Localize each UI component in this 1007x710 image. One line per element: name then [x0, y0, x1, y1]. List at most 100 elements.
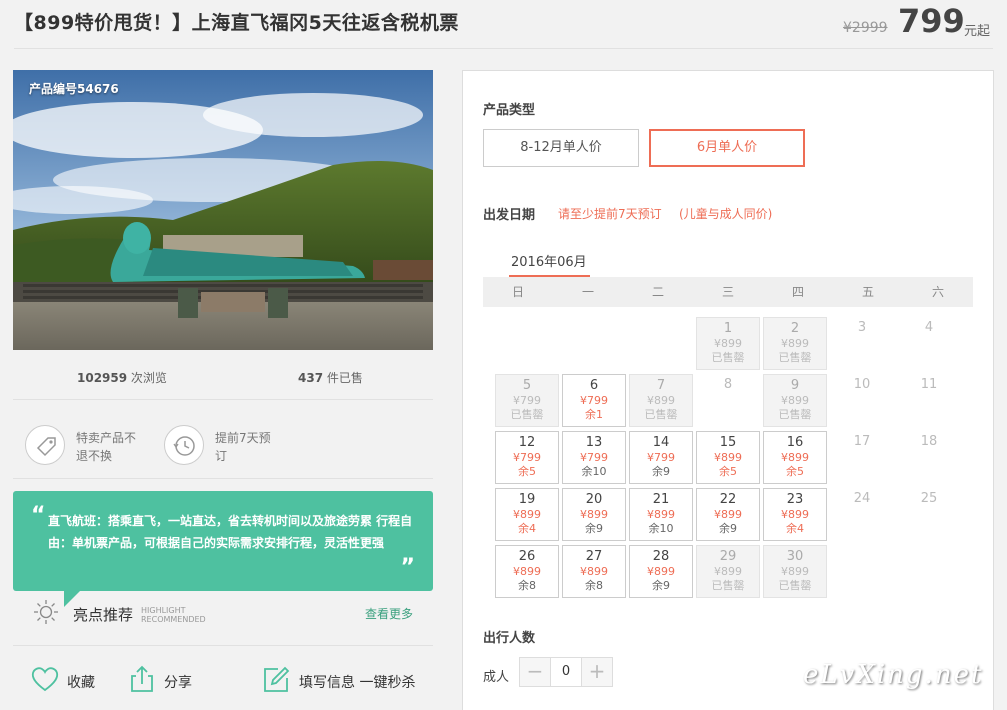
- heart-icon: [31, 667, 59, 692]
- day-remaining: 已售罄: [711, 351, 745, 364]
- day-remaining: 余5: [719, 465, 737, 478]
- favorite-label: 收藏: [67, 675, 95, 691]
- calendar-day[interactable]: 19 ¥899 余4: [495, 488, 559, 541]
- share-label: 分享: [164, 675, 192, 691]
- day-remaining: 余10: [581, 465, 607, 478]
- product-stats: 102959 次浏览 437 件已售: [13, 360, 433, 400]
- day-remaining: 已售罄: [778, 351, 812, 364]
- calendar-day[interactable]: 23 ¥899 余4: [763, 488, 827, 541]
- day-number: 25: [920, 491, 938, 506]
- day-remaining: 余9: [652, 465, 670, 478]
- share-icon: [131, 665, 153, 692]
- day-remaining: 余5: [786, 465, 804, 478]
- calendar-day[interactable]: 13 ¥799 余10: [562, 431, 626, 484]
- calendar-day[interactable]: 22 ¥899 余9: [696, 488, 760, 541]
- sold-count: 437 件已售: [298, 371, 363, 385]
- calendar-day: 24: [830, 488, 894, 541]
- calendar-day[interactable]: 14 ¥799 余9: [629, 431, 693, 484]
- booking-panel: 产品类型 8-12月单人价 6月单人价 出发日期 请至少提前7天预订 (儿童与成…: [462, 70, 994, 710]
- calendar: 日 一 二 三 四 五 六 1 ¥899 已售罄 2 ¥899 已售罄 3 4 5 ¥799 已售罄…: [483, 277, 973, 607]
- day-number: 6: [589, 378, 599, 393]
- current-price: 799: [898, 2, 965, 40]
- feature-label: 提前7天预订: [215, 431, 271, 463]
- day-number: 7: [656, 378, 666, 393]
- calendar-day: 8: [696, 374, 760, 427]
- calendar-day: 2 ¥899 已售罄: [763, 317, 827, 370]
- day-number: 20: [585, 492, 603, 507]
- day-number: 22: [719, 492, 737, 507]
- plus-button[interactable]: +: [582, 658, 612, 686]
- product-photo: 产品编号54676: [13, 70, 433, 350]
- calendar-day[interactable]: 27 ¥899 余8: [562, 545, 626, 598]
- calendar-day[interactable]: 15 ¥899 余5: [696, 431, 760, 484]
- header-divider: [14, 48, 993, 49]
- calendar-days: 1 ¥899 已售罄 2 ¥899 已售罄 3 4 5 ¥799 已售罄 6 ¥799 余1 7 ¥899 已售…: [483, 307, 973, 607]
- day-remaining: 余8: [585, 579, 603, 592]
- day-number: 29: [719, 549, 737, 564]
- adult-stepper[interactable]: − 0 +: [519, 657, 613, 687]
- option-june[interactable]: 6月单人价: [649, 129, 805, 167]
- price-unit: 元起: [964, 24, 991, 39]
- day-remaining: 余9: [719, 522, 737, 535]
- calendar-day: 30 ¥899 已售罄: [763, 545, 827, 598]
- highlight-title: 亮点推荐: [73, 606, 134, 624]
- child-price-note: (儿童与成人同价): [679, 207, 773, 221]
- sun-icon: [33, 599, 59, 629]
- calendar-day[interactable]: 26 ¥899 余8: [495, 545, 559, 598]
- day-price: ¥899: [647, 508, 675, 521]
- original-price: ¥2999: [843, 20, 888, 36]
- day-number: 9: [790, 378, 800, 393]
- date-label: 出发日期: [483, 208, 536, 223]
- day-price: ¥799: [647, 451, 675, 464]
- day-price: ¥899: [714, 508, 742, 521]
- calendar-day: 3: [830, 317, 894, 370]
- day-number: 21: [652, 492, 670, 507]
- calendar-day[interactable]: 21 ¥899 余10: [629, 488, 693, 541]
- day-remaining: 余9: [585, 522, 603, 535]
- advance-note: 请至少提前7天预订: [558, 207, 662, 221]
- day-number: 4: [924, 320, 934, 335]
- day-number: 8: [723, 377, 733, 392]
- day-remaining: 已售罄: [510, 408, 544, 421]
- calendar-day[interactable]: 28 ¥899 余9: [629, 545, 693, 598]
- day-price: ¥899: [781, 451, 809, 464]
- divider: [13, 645, 433, 646]
- day-remaining: 余9: [652, 579, 670, 592]
- calendar-day[interactable]: 20 ¥899 余9: [562, 488, 626, 541]
- calendar-day: 17: [830, 431, 894, 484]
- calendar-day[interactable]: 16 ¥899 余5: [763, 431, 827, 484]
- day-number: 30: [786, 549, 804, 564]
- day-remaining: 余10: [648, 522, 674, 535]
- day-number: 11: [920, 377, 938, 392]
- calendar-day[interactable]: 12 ¥799 余5: [495, 431, 559, 484]
- weekday: 日: [511, 285, 524, 299]
- watermark-logo: eLvXing.net: [803, 660, 984, 690]
- minus-button[interactable]: −: [520, 658, 550, 686]
- day-price: ¥899: [781, 508, 809, 521]
- calendar-day: 11: [897, 374, 961, 427]
- reclining-buddha-image: [13, 70, 433, 350]
- day-number: 17: [853, 434, 871, 449]
- adult-count[interactable]: 0: [550, 658, 582, 686]
- fill-info-label: 填写信息 一键秒杀: [299, 675, 416, 691]
- product-code: 产品编号54676: [29, 82, 119, 96]
- calendar-day[interactable]: 6 ¥799 余1: [562, 374, 626, 427]
- day-number: 27: [585, 549, 603, 564]
- highlight-text: 直飞航班：搭乘直飞，一站直达，省去转机时间以及旅途劳累 行程自由：单机票产品，可…: [48, 514, 413, 550]
- day-price: ¥899: [513, 508, 541, 521]
- tag-icon: [25, 425, 65, 465]
- page-title: 【899特价甩货！】上海直飞福冈5天往返含税机票: [14, 12, 459, 34]
- weekday: 六: [931, 285, 944, 299]
- day-number: 2: [790, 321, 800, 336]
- day-number: 24: [853, 491, 871, 506]
- day-number: 5: [522, 378, 532, 393]
- day-number: 16: [786, 435, 804, 450]
- view-count: 102959 次浏览: [77, 371, 167, 385]
- weekday: 二: [651, 285, 664, 299]
- day-price: ¥799: [513, 394, 541, 407]
- month-tab[interactable]: 2016年06月: [511, 251, 587, 270]
- option-aug-dec[interactable]: 8-12月单人价: [483, 129, 639, 167]
- day-price: ¥899: [580, 508, 608, 521]
- view-more-link[interactable]: 查看更多: [365, 605, 413, 622]
- highlight-en-label: HIGHLIGHT RECOMMENDED: [141, 606, 206, 624]
